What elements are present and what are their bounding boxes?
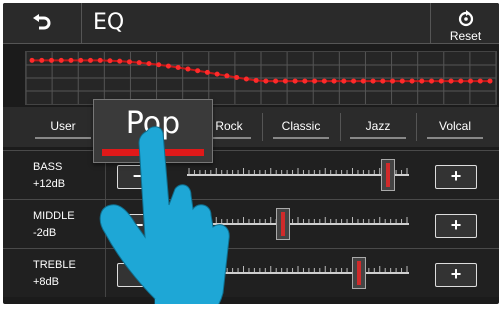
tab-jazz[interactable]: Jazz [342,113,414,141]
reset-button[interactable]: Reset [430,3,499,43]
middle-plus-button[interactable]: + [435,214,477,238]
treble-slider-knob[interactable] [351,257,366,289]
eq-curve [26,52,496,104]
hand-pointer-icon [99,126,230,304]
treble-row: TREBLE +8dB − + [3,248,499,297]
treble-plus-button[interactable]: + [435,263,477,287]
middle-slider-knob[interactable] [276,208,291,240]
treble-value: +8dB [33,276,59,288]
reset-label: Reset [449,29,482,43]
bass-value: +12dB [33,178,66,190]
eq-curve-graph [25,51,497,105]
bass-row: BASS +12dB − + [3,150,499,199]
page-title: EQ [93,10,125,35]
reset-icon [458,10,474,27]
bass-plus-button[interactable]: + [435,165,477,189]
title-bar: EQ Reset [3,3,499,44]
middle-row: MIDDLE -2dB − + [3,199,499,248]
tab-classic[interactable]: Classic [265,113,337,141]
bass-label: BASS [33,161,63,173]
back-icon [33,14,51,30]
eq-screen: EQ Reset User Rock Classic Jazz Volcal B… [3,3,499,304]
tab-volcal[interactable]: Volcal [419,113,491,141]
middle-label: MIDDLE [33,210,75,222]
bass-slider-knob[interactable] [380,159,395,191]
back-button[interactable] [3,3,82,43]
treble-label: TREBLE [33,259,76,271]
middle-value: -2dB [33,227,57,239]
preset-tabs: User Rock Classic Jazz Volcal [3,107,499,147]
